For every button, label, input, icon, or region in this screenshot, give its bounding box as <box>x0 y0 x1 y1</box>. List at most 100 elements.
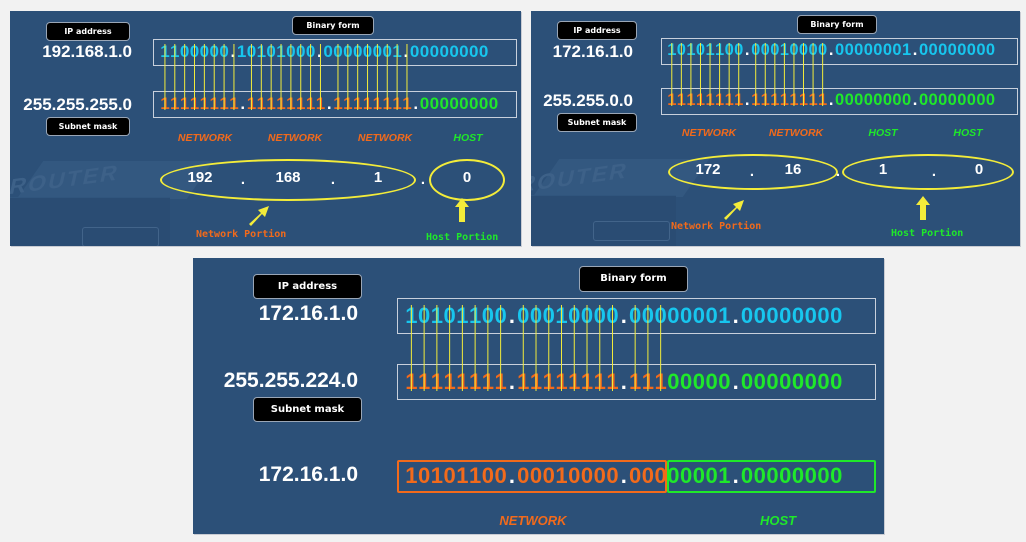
host-portion-label: Host Portion <box>426 232 499 243</box>
binary-digit: 0 <box>481 463 494 488</box>
binary-digit: 1 <box>469 303 482 328</box>
binary-digit: 0 <box>918 41 929 59</box>
binary-digit: 0 <box>372 42 383 61</box>
subnet-panel-class-b: ROUTER IP address Binary form Subnet mas… <box>531 11 1020 246</box>
subnet-panel-cidr-19: IP address Binary form Subnet mask 172.1… <box>193 258 884 534</box>
binary-digit: 1 <box>705 91 715 109</box>
binary-digit: 1 <box>718 303 731 328</box>
binary-digit: 1 <box>555 463 568 488</box>
binary-digit: 0 <box>459 42 469 61</box>
subnet-mask-dotted: 255.255.0.0 <box>543 91 633 110</box>
binary-form-badge: Binary form <box>292 16 374 35</box>
network-portion-arrow-icon <box>249 206 269 226</box>
binary-digit: 0 <box>429 42 440 61</box>
binary-digit: 1 <box>179 94 190 113</box>
binary-digit: 0 <box>382 42 392 61</box>
binary-digit: 0 <box>419 94 430 113</box>
binary-digit: 1 <box>593 369 606 394</box>
binary-digit: 0 <box>779 369 792 394</box>
octet-dot: . <box>508 463 515 488</box>
binary-digit: 1 <box>362 94 373 113</box>
binary-digit: 1 <box>580 369 594 394</box>
octet-separator: . <box>931 163 937 180</box>
binary-digit: 0 <box>751 41 761 59</box>
binary-digit: 1 <box>246 94 257 113</box>
octet-separator: . <box>240 171 246 188</box>
subnet-panel-class-c: ROUTER IP address Binary form Subnet mas… <box>10 11 521 246</box>
octet-dot: . <box>744 91 750 109</box>
binary-digit: 0 <box>817 303 830 328</box>
binary-digit: 1 <box>654 369 667 394</box>
binary-digit: 1 <box>734 91 744 109</box>
binary-digit: 0 <box>419 42 430 61</box>
binary-digit: 1 <box>160 42 170 61</box>
binary-digit: 0 <box>966 41 976 59</box>
router-background-graphic: ROUTER <box>531 158 710 246</box>
binary-digit: 0 <box>928 91 938 109</box>
binary-digit: 0 <box>753 463 766 488</box>
binary-digit: 0 <box>705 463 718 488</box>
binary-digit: 1 <box>808 91 818 109</box>
ip-binary-row: 1100000.10101000.00000001.00000000 <box>160 42 489 62</box>
octet-dot: . <box>828 41 834 59</box>
binary-digit: 0 <box>844 91 854 109</box>
binary-digit: 1 <box>315 94 326 113</box>
binary-form-badge: Binary form <box>797 15 877 34</box>
subnet-mask-dotted: 255.255.224.0 <box>223 369 358 392</box>
binary-digit: 0 <box>568 303 581 328</box>
binary-digit: 1 <box>236 42 247 61</box>
octet-separator: . <box>330 171 336 188</box>
binary-digit: 0 <box>418 463 431 488</box>
binary-digit: 0 <box>863 91 873 109</box>
binary-digit: 0 <box>449 94 459 113</box>
binary-digit: 0 <box>724 41 734 59</box>
binary-digit: 0 <box>629 463 642 488</box>
binary-digit: 0 <box>804 369 817 394</box>
octet-dot: . <box>316 42 322 61</box>
binary-digit: 1 <box>529 369 543 394</box>
binary-digit: 0 <box>766 463 779 488</box>
binary-form-badge: Binary form <box>579 266 688 292</box>
binary-digit: 0 <box>854 91 864 109</box>
binary-digit: 0 <box>835 91 845 109</box>
binary-digit: 1 <box>686 41 696 59</box>
ip-address-badge: IP address <box>46 22 130 41</box>
binary-digit: 0 <box>966 91 976 109</box>
binary-digit: 0 <box>189 42 200 61</box>
binary-digit: 0 <box>976 41 986 59</box>
binary-digit: 0 <box>641 463 655 488</box>
binary-digit: 0 <box>766 369 779 394</box>
subnet-mask-badge: Subnet mask <box>557 113 637 132</box>
binary-digit: 1 <box>629 369 642 394</box>
octet-dot: . <box>620 303 627 328</box>
binary-digit: 0 <box>734 41 744 59</box>
binary-digit: 0 <box>740 303 754 328</box>
binary-digit: 1 <box>641 369 655 394</box>
binary-digit: 1 <box>469 463 482 488</box>
binary-digit: 1 <box>229 94 239 113</box>
binary-digit: 0 <box>873 41 883 59</box>
result-network-label: NETWORK <box>499 513 567 528</box>
binary-digit: 0 <box>593 463 606 488</box>
binary-digit: 0 <box>680 463 693 488</box>
binary-digit: 0 <box>488 94 499 113</box>
binary-digit: 1 <box>568 369 581 394</box>
binary-digit: 0 <box>568 463 581 488</box>
binary-digit: 1 <box>779 91 789 109</box>
binary-digit: 0 <box>478 42 489 61</box>
octet-dot: . <box>620 369 627 394</box>
segment-label: HOST <box>453 132 483 144</box>
binary-digit: 1 <box>305 94 316 113</box>
octet-dot: . <box>326 94 332 113</box>
segment-label: HOST <box>868 127 898 139</box>
binary-digit: 0 <box>199 42 210 61</box>
binary-digit: 0 <box>844 41 854 59</box>
binary-digit: 0 <box>695 41 706 59</box>
ip-binary-row: 10101100.00010000.00000001.00000000 <box>667 41 995 60</box>
binary-digit: 1 <box>724 91 734 109</box>
binary-digit: 0 <box>179 42 190 61</box>
binary-digit: 0 <box>343 42 353 61</box>
binary-digit: 0 <box>409 42 420 61</box>
binary-digit: 0 <box>606 303 619 328</box>
binary-digit: 0 <box>947 41 957 59</box>
